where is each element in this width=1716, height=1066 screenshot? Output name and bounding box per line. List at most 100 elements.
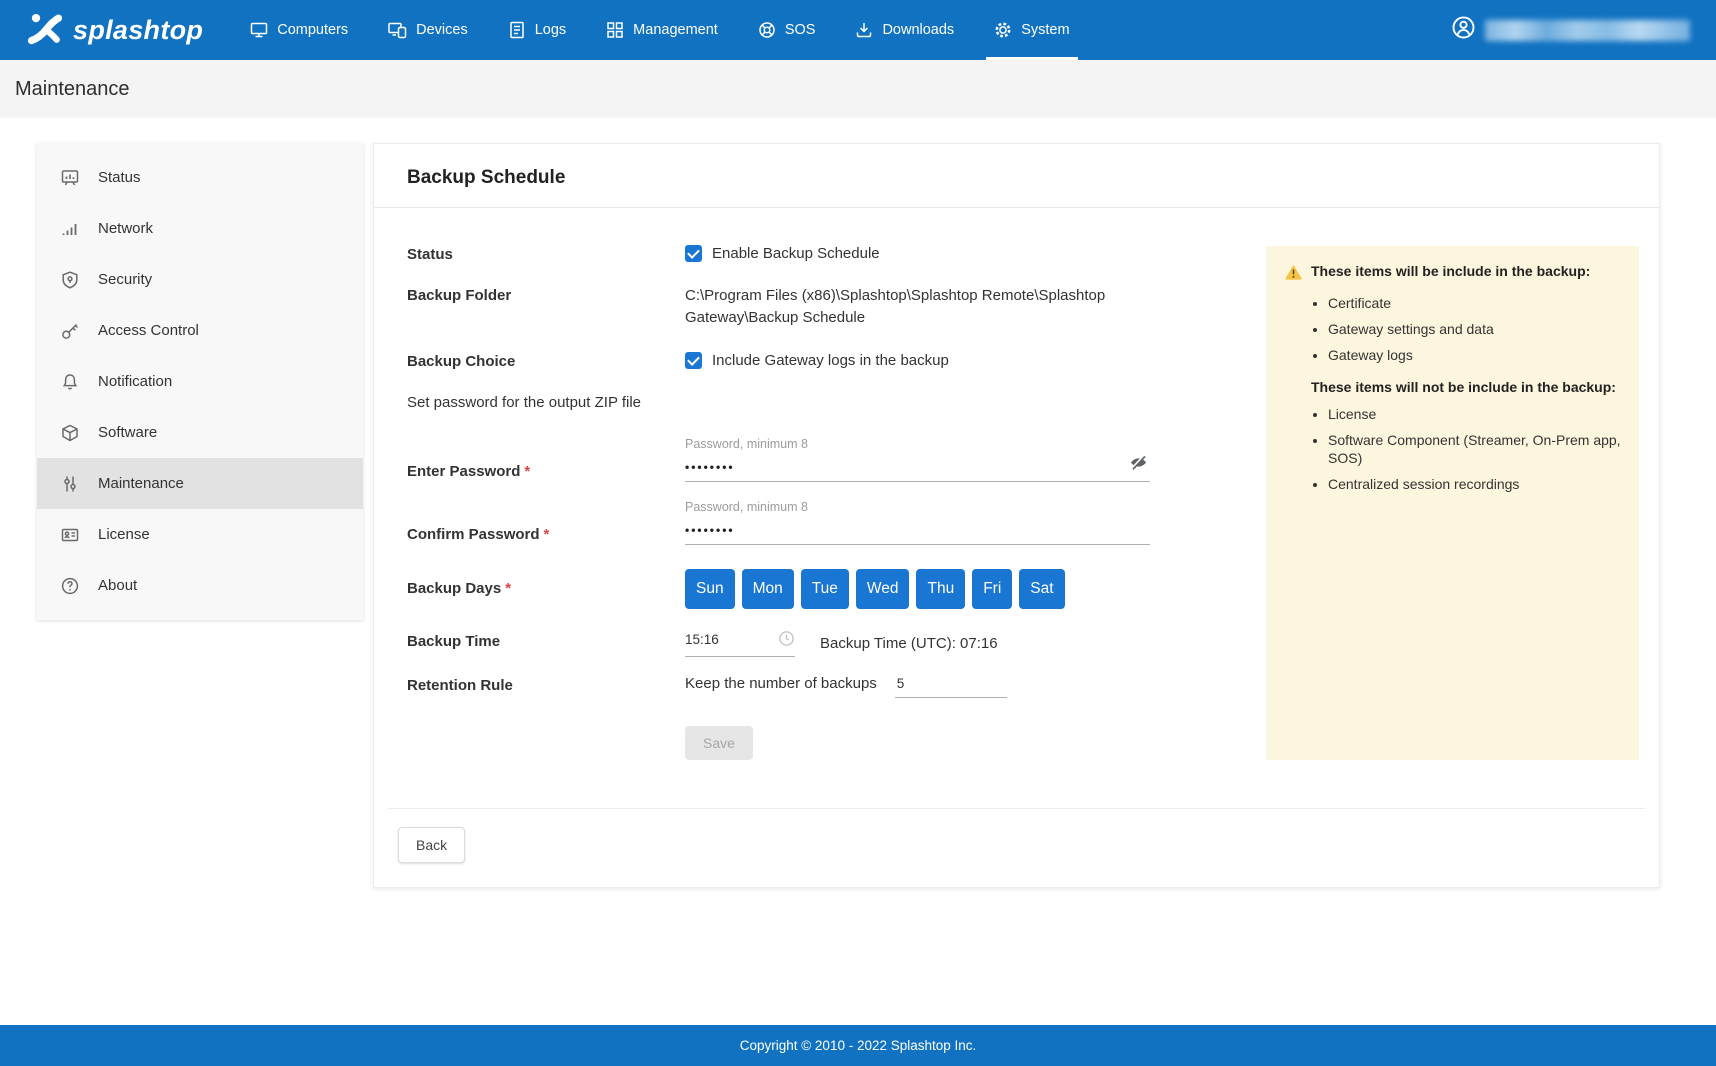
exclude-list: License Software Component (Streamer, On… [1284,405,1621,495]
password-hint: Password, minimum 8 [685,436,808,451]
devices-icon [388,21,407,39]
content-area: Status Network Security Access Control N… [0,118,1716,888]
include-title-row: These items will be include in the backu… [1284,263,1621,284]
user-menu[interactable] [1451,15,1690,45]
user-avatar-icon [1451,15,1476,45]
backup-time-input[interactable] [685,631,763,647]
sidebar-item-access-control[interactable]: Access Control [37,305,363,356]
list-item: Software Component (Streamer, On-Prem ap… [1328,431,1621,469]
nav-item-downloads[interactable]: Downloads [840,0,969,60]
sidebar-item-software[interactable]: Software [37,407,363,458]
retention-rule-row: Retention Rule Keep the number of backup… [407,675,1187,698]
enable-backup-label: Enable Backup Schedule [712,245,880,262]
footer: Copyright © 2010 - 2022 Splashtop Inc. [0,1025,1716,1066]
sidebar-item-maintenance[interactable]: Maintenance [37,458,363,509]
backup-folder-row: Backup Folder C:\Program Files (x86)\Spl… [407,285,1187,329]
backup-days-row: Backup Days * Sun Mon Tue Wed Thu Fri Sat [407,568,1187,609]
clock-icon[interactable] [778,630,795,651]
nav-item-management[interactable]: Management [591,0,733,60]
backup-schedule-form: Status Enable Backup Schedule Backup Fol… [407,244,1187,760]
sidebar-item-license[interactable]: License [37,509,363,560]
enter-password-label: Enter Password [407,462,521,480]
nav-item-sos[interactable]: SOS [743,0,831,60]
confirm-password-input[interactable] [685,520,1150,545]
save-button[interactable]: Save [685,725,753,760]
enter-password-row: Enter Password * Password, minimum 8 [407,437,1187,486]
splashtop-logo[interactable]: splashtop [26,10,209,51]
list-item: Certificate [1328,294,1621,313]
nav-item-system[interactable]: System [979,0,1084,60]
day-button-mon[interactable]: Mon [741,568,794,609]
zip-password-note: Set password for the output ZIP file [407,393,642,411]
id-card-icon [59,525,81,545]
sidebar-item-status[interactable]: Status [37,152,363,203]
sidebar-item-notification[interactable]: Notification [37,356,363,407]
include-logs-checkbox[interactable] [685,351,702,369]
backup-time-label: Backup Time [407,632,501,650]
backup-time-row: Backup Time Backup Time (UTC): 07:16 [407,630,1187,657]
page-title: Maintenance [15,77,130,100]
backup-schedule-card: Backup Schedule Status Enable Backup Sch… [373,143,1660,888]
zip-note-row: Set password for the output ZIP file [407,392,1187,411]
required-asterisk: * [505,579,512,597]
include-list: Certificate Gateway settings and data Ga… [1284,294,1621,365]
settings-sidebar: Status Network Security Access Control N… [37,143,363,620]
retention-count-input[interactable] [894,675,1007,698]
page-title-band: Maintenance [0,60,1716,118]
sidebar-item-security[interactable]: Security [37,254,363,305]
top-navbar: splashtop Computers Devices Logs Managem… [0,0,1716,60]
backup-time-utc: Backup Time (UTC): 07:16 [820,635,998,652]
day-button-sat[interactable]: Sat [1019,568,1065,609]
backup-info-panel: These items will be include in the backu… [1266,246,1639,760]
security-shield-icon [59,270,81,290]
splashtop-logo-icon [26,10,64,51]
bell-icon [59,372,81,392]
backup-choice-row: Backup Choice Include Gateway logs in th… [407,351,1187,370]
nav-item-logs[interactable]: Logs [493,0,581,60]
status-row: Status Enable Backup Schedule [407,244,1187,263]
day-button-fri[interactable]: Fri [972,568,1013,609]
backup-folder-path: C:\Program Files (x86)\Splashtop\Splasht… [685,287,1106,326]
required-asterisk: * [543,525,550,543]
system-icon [994,21,1012,39]
list-item: Gateway settings and data [1328,320,1621,339]
enter-password-input[interactable] [685,457,1150,482]
retention-text: Keep the number of backups [685,674,877,692]
password-hint: Password, minimum 8 [685,499,808,514]
management-icon [606,21,624,39]
enable-backup-checkbox[interactable] [685,245,702,262]
user-name-redacted [1485,19,1690,41]
day-button-tue[interactable]: Tue [800,568,849,609]
back-button[interactable]: Back [398,826,466,863]
backup-folder-label: Backup Folder [407,287,512,304]
sos-icon [758,21,776,39]
retention-rule-label: Retention Rule [407,676,513,694]
save-row: Save [407,725,1187,760]
list-item: Gateway logs [1328,346,1621,365]
day-button-thu[interactable]: Thu [916,568,966,609]
exclude-title: These items will not be include in the b… [1311,378,1616,395]
computers-icon [250,21,268,39]
backup-choice-label: Backup Choice [407,352,516,370]
package-icon [59,423,81,443]
sidebar-item-about[interactable]: About [37,560,363,611]
main-menu: Computers Devices Logs Management SOS Do… [235,0,1084,60]
brand-wordmark: splashtop [73,14,204,45]
nav-item-devices[interactable]: Devices [373,0,483,60]
network-icon [59,219,81,239]
day-button-wed[interactable]: Wed [855,568,910,609]
sidebar-item-network[interactable]: Network [37,203,363,254]
confirm-password-row: Confirm Password * Password, minimum 8 [407,500,1187,549]
day-button-sun[interactable]: Sun [685,568,735,609]
nav-item-computers[interactable]: Computers [235,0,363,60]
warning-icon [1284,263,1303,284]
eye-off-icon[interactable] [1129,453,1148,476]
logs-icon [508,21,526,39]
key-icon [59,321,81,341]
downloads-icon [855,21,873,39]
footer-copyright: Copyright © 2010 - 2022 Splashtop Inc. [739,1038,977,1053]
confirm-password-label: Confirm Password [407,525,540,543]
status-label: Status [407,246,453,263]
question-circle-icon [59,576,81,596]
include-title: These items will be include in the backu… [1311,263,1591,279]
